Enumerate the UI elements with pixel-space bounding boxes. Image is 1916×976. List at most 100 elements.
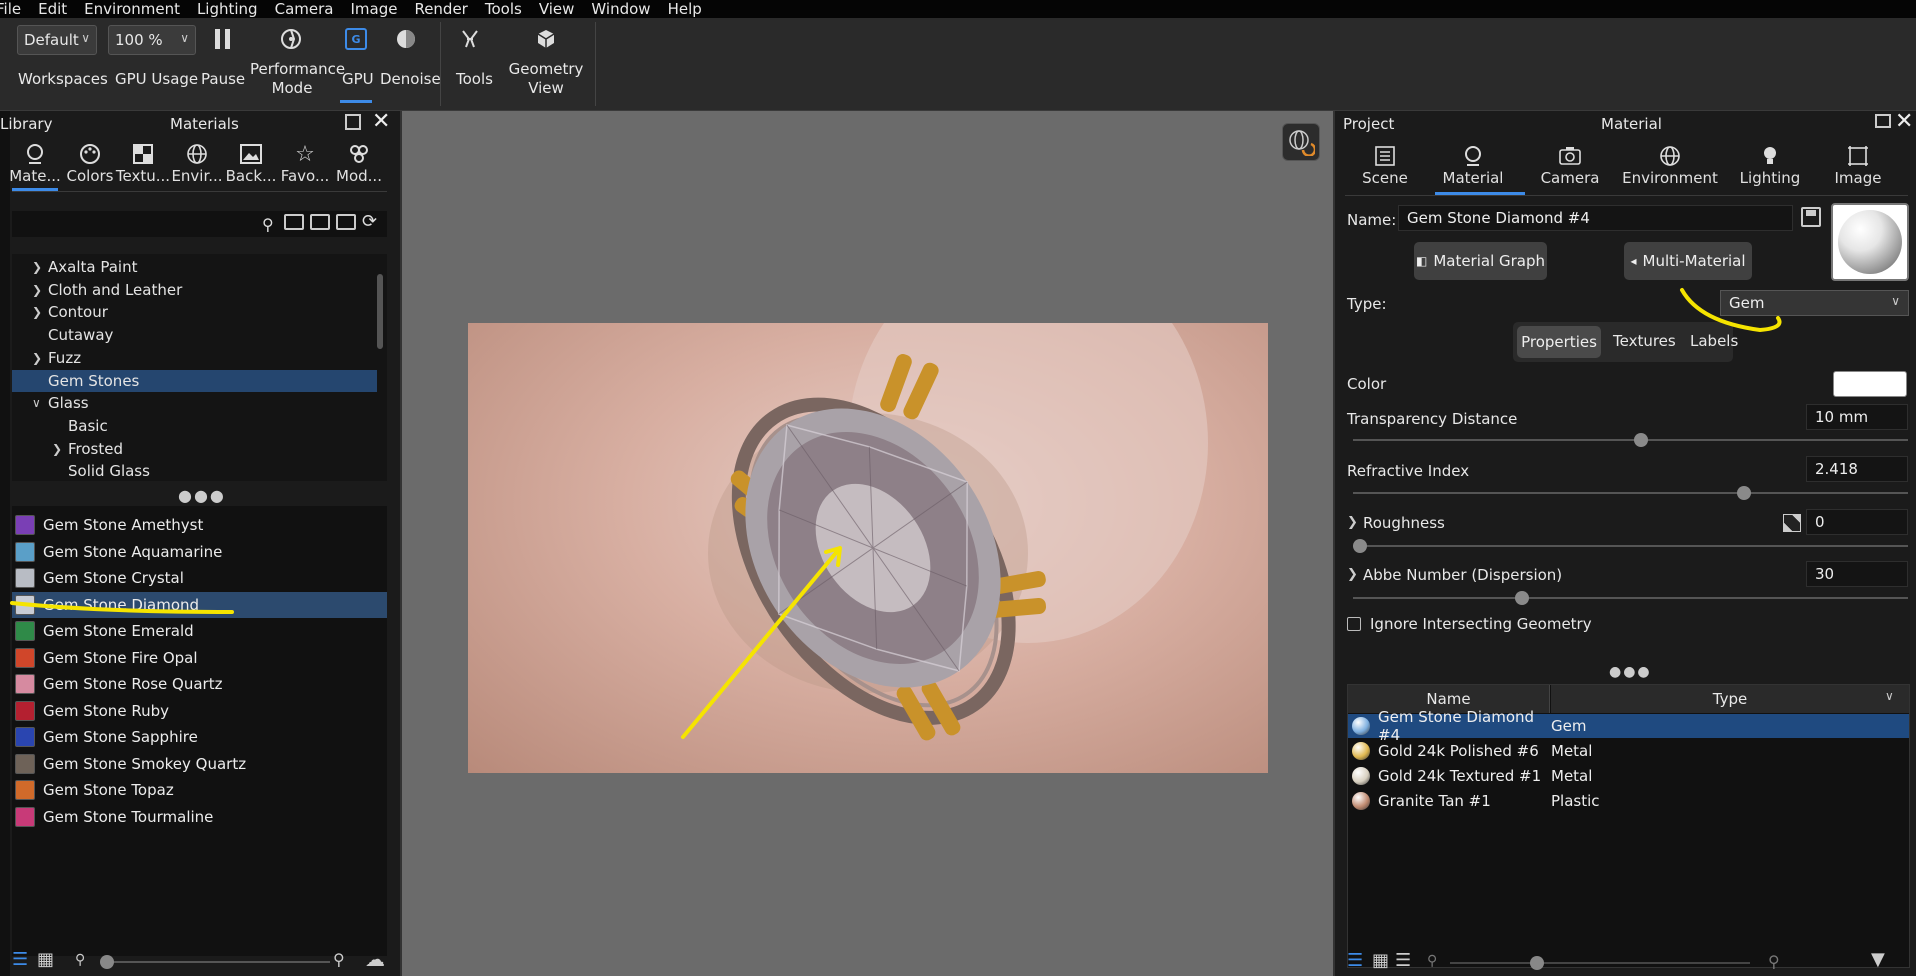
- transparency-distance-input[interactable]: 10 mm: [1806, 404, 1908, 430]
- menu-window[interactable]: Window: [591, 0, 650, 18]
- chevron-right-icon[interactable]: ❯: [32, 283, 48, 297]
- tab-textures[interactable]: Textu...: [116, 141, 170, 185]
- material-list-item[interactable]: Gem Stone Rose Quartz: [12, 671, 387, 697]
- material-list-item[interactable]: Gem Stone Fire Opal: [12, 645, 387, 671]
- menu-view[interactable]: View: [539, 0, 575, 18]
- grid-view-icon[interactable]: ▦: [1372, 950, 1389, 971]
- library-search-input[interactable]: [12, 211, 387, 237]
- thumbnail-size-slider[interactable]: [1450, 956, 1750, 970]
- tab-environment[interactable]: Environment: [1595, 143, 1745, 187]
- grid-view-icon[interactable]: ▦: [37, 949, 54, 970]
- roughness-label[interactable]: Roughness: [1363, 514, 1445, 532]
- tree-item[interactable]: Basic: [12, 415, 377, 437]
- save-icon[interactable]: [1801, 207, 1821, 227]
- tools-icon[interactable]: [457, 26, 483, 52]
- tab-backplates[interactable]: Back...: [226, 141, 276, 185]
- list-view-icon[interactable]: ☰: [1347, 950, 1363, 971]
- menu-tools[interactable]: Tools: [485, 0, 522, 18]
- zoom-in-icon[interactable]: ⚲: [333, 950, 345, 969]
- menu-environment[interactable]: Environment: [84, 0, 180, 18]
- tab-scene[interactable]: Scene: [1350, 143, 1420, 187]
- subtab-textures[interactable]: Textures: [1613, 332, 1676, 350]
- refresh-icon[interactable]: ⟳: [362, 211, 377, 232]
- material-list-item[interactable]: Gem Stone Smokey Quartz: [12, 751, 387, 777]
- material-graph-button[interactable]: ◧ Material Graph: [1414, 242, 1547, 280]
- denoise-icon[interactable]: [393, 26, 419, 52]
- cloud-download-icon[interactable]: ☁: [365, 947, 385, 971]
- tree-item[interactable]: Solid Glass: [12, 460, 377, 481]
- add-folder-icon[interactable]: [284, 214, 304, 230]
- table-row[interactable]: Gold 24k Polished #6 Metal: [1348, 739, 1909, 763]
- menu-lighting[interactable]: Lighting: [197, 0, 258, 18]
- import-folder-icon[interactable]: [310, 214, 330, 230]
- roughness-input[interactable]: 0: [1806, 509, 1908, 535]
- menu-render[interactable]: Render: [414, 0, 467, 18]
- filter-icon[interactable]: ▼: [1871, 949, 1885, 970]
- tab-models[interactable]: Mod...: [334, 141, 384, 185]
- abbe-number-input[interactable]: 30: [1806, 561, 1908, 587]
- material-list-item[interactable]: Gem Stone Tourmaline: [12, 804, 387, 830]
- material-list-item[interactable]: Gem Stone Amethyst: [12, 512, 387, 538]
- close-icon[interactable]: ✕: [372, 109, 390, 134]
- material-name-input[interactable]: Gem Stone Diamond #4: [1398, 205, 1793, 231]
- chevron-down-icon[interactable]: ∨: [1885, 689, 1894, 703]
- chevron-right-icon[interactable]: ❯: [32, 260, 48, 274]
- texture-map-icon[interactable]: [1783, 514, 1801, 532]
- export-folder-icon[interactable]: [336, 214, 356, 230]
- tree-item[interactable]: Gem Stones: [12, 369, 377, 392]
- menu-camera[interactable]: Camera: [275, 0, 334, 18]
- material-preview-thumbnail[interactable]: [1831, 203, 1909, 281]
- tree-view-icon[interactable]: ☰: [1395, 950, 1411, 971]
- tab-environments[interactable]: Envir...: [171, 141, 223, 185]
- material-list-item[interactable]: Gem Stone Crystal: [12, 565, 387, 591]
- material-list-item[interactable]: Gem Stone Topaz: [12, 777, 387, 803]
- tree-item[interactable]: ❯ Contour: [12, 301, 377, 323]
- gpu-icon[interactable]: G: [343, 26, 369, 52]
- abbe-number-slider[interactable]: [1353, 591, 1908, 605]
- color-swatch[interactable]: [1833, 371, 1907, 397]
- tab-lighting[interactable]: Lighting: [1735, 143, 1805, 187]
- material-list-item[interactable]: Gem Stone Diamond: [12, 591, 387, 618]
- table-row[interactable]: Gold 24k Textured #1 Metal: [1348, 764, 1909, 788]
- gpu-button[interactable]: GPU: [342, 70, 374, 89]
- zoom-in-icon[interactable]: ⚲: [1768, 952, 1780, 971]
- render-viewport[interactable]: [400, 111, 1335, 976]
- slider-knob[interactable]: [1515, 591, 1530, 605]
- tree-scrollbar[interactable]: [377, 274, 383, 349]
- chevron-right-icon[interactable]: ❯: [32, 351, 48, 365]
- tree-item[interactable]: Cutaway: [12, 324, 377, 346]
- tab-materials[interactable]: Mate...: [9, 141, 61, 185]
- table-row[interactable]: Granite Tan #1 Plastic: [1348, 789, 1909, 813]
- chevron-right-icon[interactable]: ❯: [52, 442, 68, 456]
- performance-mode-label[interactable]: Performance Mode: [250, 60, 345, 98]
- subtab-labels[interactable]: Labels: [1690, 332, 1738, 350]
- more-icon[interactable]: ●●●: [178, 486, 226, 505]
- environment-rotate-icon[interactable]: [1282, 123, 1320, 161]
- chevron-down-icon[interactable]: ∨: [32, 396, 48, 410]
- transparency-distance-slider[interactable]: [1353, 433, 1908, 447]
- close-icon[interactable]: ✕: [1895, 109, 1913, 134]
- tab-colors[interactable]: Colors: [66, 141, 114, 185]
- column-header-type[interactable]: Type: [1551, 685, 1909, 713]
- menu-edit[interactable]: Edit: [38, 0, 67, 18]
- performance-mode-icon[interactable]: [278, 26, 304, 52]
- slider-knob[interactable]: [1353, 539, 1367, 553]
- roughness-slider[interactable]: [1353, 539, 1908, 553]
- geometry-view-label[interactable]: Geometry View: [505, 60, 587, 98]
- zoom-out-icon[interactable]: ⚲: [1427, 953, 1437, 969]
- chevron-right-icon[interactable]: ❯: [32, 305, 48, 319]
- slider-knob[interactable]: [1634, 433, 1649, 447]
- tab-favorites[interactable]: ☆ Favo...: [280, 141, 330, 186]
- menu-image[interactable]: Image: [350, 0, 397, 18]
- abbe-number-label[interactable]: Abbe Number (Dispersion): [1363, 566, 1562, 584]
- slider-knob[interactable]: [1737, 486, 1752, 500]
- chevron-right-icon[interactable]: ❯: [1347, 567, 1358, 582]
- subtab-properties[interactable]: Properties: [1517, 326, 1601, 358]
- workspace-select[interactable]: Default ∨: [17, 25, 97, 55]
- material-list-item[interactable]: Gem Stone Aquamarine: [12, 539, 387, 565]
- refractive-index-input[interactable]: 2.418: [1806, 456, 1908, 482]
- tree-item[interactable]: ❯ Cloth and Leather: [12, 279, 377, 301]
- slider-knob[interactable]: [1530, 956, 1544, 970]
- pause-icon[interactable]: [210, 26, 234, 52]
- refractive-index-slider[interactable]: [1353, 486, 1908, 500]
